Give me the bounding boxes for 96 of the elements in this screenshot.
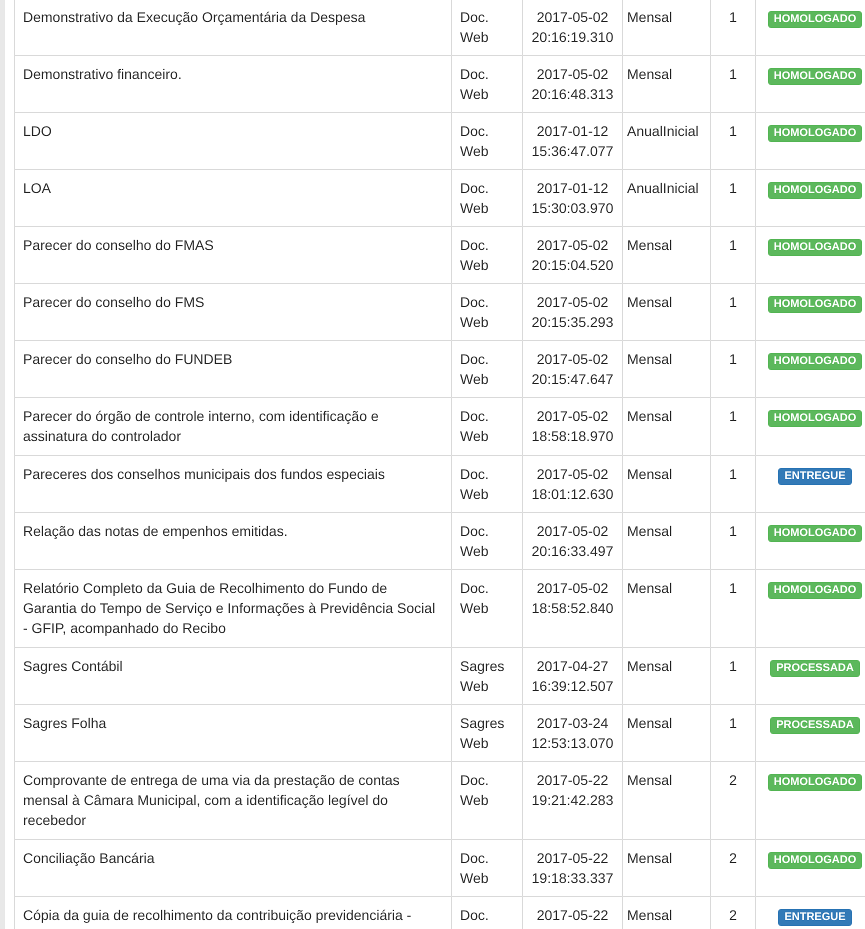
frequency: Mensal bbox=[627, 294, 672, 310]
document-type: Sagres Web bbox=[460, 715, 504, 751]
sequence-number: 2 bbox=[729, 772, 737, 788]
sequence-number: 1 bbox=[729, 123, 737, 139]
status-label: ENTREGUE bbox=[778, 468, 852, 485]
document-type: Doc. Web bbox=[460, 294, 489, 330]
document-name: Conciliação Bancária bbox=[23, 850, 155, 866]
document-name: Parecer do conselho do FMAS bbox=[23, 237, 214, 253]
status-label: HOMOLOGADO bbox=[768, 68, 862, 85]
document-type: Doc. Web bbox=[460, 772, 489, 808]
frequency: Mensal bbox=[627, 466, 672, 482]
frequency: Mensal bbox=[627, 237, 672, 253]
document-type: Doc. Web bbox=[460, 408, 489, 444]
document-name: Cópia da guia de recolhimento da contribuição previdenciária - bbox=[23, 907, 412, 923]
submission-date: 2017-05-22 19:21:42.283 bbox=[532, 772, 614, 808]
status-label: HOMOLOGADO bbox=[768, 239, 862, 256]
frequency: AnualInicial bbox=[627, 180, 699, 196]
frequency: Mensal bbox=[627, 66, 672, 82]
document-name: Relação das notas de empenhos emitidas. bbox=[23, 523, 288, 539]
status-label: HOMOLOGADO bbox=[768, 774, 862, 791]
document-type: Doc. Web bbox=[460, 850, 489, 886]
document-type: Doc. Web bbox=[460, 351, 489, 387]
frequency: Mensal bbox=[627, 715, 672, 731]
submission-date: 2017-04-27 16:39:12.507 bbox=[532, 658, 614, 694]
status-label: HOMOLOGADO bbox=[768, 525, 862, 542]
sequence-number: 2 bbox=[729, 907, 737, 923]
document-type: Doc. bbox=[460, 907, 489, 923]
document-type: Sagres Web bbox=[460, 658, 504, 694]
document-type: Doc. Web bbox=[460, 580, 489, 616]
document-name: Demonstrativo financeiro. bbox=[23, 66, 182, 82]
document-name: Relatório Completo da Guia de Recolhimento do Fundo de Garantia do Tempo de Serviço e Informações à Previdência Social - GFIP, acompanhado do Recibo bbox=[23, 580, 436, 636]
status-label: HOMOLOGADO bbox=[768, 410, 862, 427]
document-name: Parecer do conselho do FMS bbox=[23, 294, 204, 310]
document-type: Doc. Web bbox=[460, 237, 489, 273]
document-name: Sagres Contábil bbox=[23, 658, 123, 674]
frequency: Mensal bbox=[627, 658, 672, 674]
submission-date: 2017-05-22 bbox=[536, 907, 608, 923]
status-label: PROCESSADA bbox=[770, 660, 860, 677]
document-type: Doc. Web bbox=[460, 180, 489, 216]
frequency: Mensal bbox=[627, 772, 672, 788]
document-type: Doc. Web bbox=[460, 9, 489, 45]
submission-date: 2017-05-02 18:58:18.970 bbox=[532, 408, 614, 444]
document-name: LDO bbox=[23, 123, 52, 139]
frequency: AnualInicial bbox=[627, 123, 699, 139]
document-type: Doc. Web bbox=[460, 66, 489, 102]
status-label: HOMOLOGADO bbox=[768, 296, 862, 313]
frequency: Mensal bbox=[627, 9, 672, 25]
document-type: Doc. Web bbox=[460, 466, 489, 502]
submission-date: 2017-05-02 20:16:48.313 bbox=[532, 66, 614, 102]
frequency: Mensal bbox=[627, 351, 672, 367]
document-name: Sagres Folha bbox=[23, 715, 106, 731]
sequence-number: 1 bbox=[729, 66, 737, 82]
sequence-number: 1 bbox=[729, 351, 737, 367]
status-label: HOMOLOGADO bbox=[768, 11, 862, 28]
sequence-number: 1 bbox=[729, 658, 737, 674]
sequence-number: 1 bbox=[729, 580, 737, 596]
submission-date: 2017-03-24 12:53:13.070 bbox=[532, 715, 614, 751]
status-label: HOMOLOGADO bbox=[768, 353, 862, 370]
frequency: Mensal bbox=[627, 580, 672, 596]
status-label: HOMOLOGADO bbox=[768, 125, 862, 142]
submission-date: 2017-05-22 19:18:33.337 bbox=[532, 850, 614, 886]
submission-date: 2017-05-02 20:15:47.647 bbox=[532, 351, 614, 387]
document-name: Pareceres dos conselhos municipais dos fundos especiais bbox=[23, 466, 385, 482]
sequence-number: 1 bbox=[729, 715, 737, 731]
document-name: LOA bbox=[23, 180, 52, 196]
document-type: Doc. Web bbox=[460, 123, 489, 159]
sequence-number: 1 bbox=[729, 408, 737, 424]
status-label: HOMOLOGADO bbox=[768, 582, 862, 599]
frequency: Mensal bbox=[627, 907, 672, 923]
submission-date: 2017-05-02 18:01:12.630 bbox=[532, 466, 614, 502]
document-type: Doc. Web bbox=[460, 523, 489, 559]
submission-date: 2017-05-02 20:15:35.293 bbox=[532, 294, 614, 330]
submission-date: 2017-05-02 20:16:33.497 bbox=[532, 523, 614, 559]
status-label: ENTREGUE bbox=[778, 909, 852, 926]
frequency: Mensal bbox=[627, 850, 672, 866]
submission-date: 2017-01-12 15:30:03.970 bbox=[532, 180, 614, 216]
document-name: Demonstrativo da Execução Orçamentária da Despesa bbox=[23, 9, 366, 25]
document-name: Comprovante de entrega de uma via da prestação de contas mensal à Câmara Municipal, com a identificação legível do recebedor bbox=[23, 772, 400, 828]
frequency: Mensal bbox=[627, 523, 672, 539]
submission-date: 2017-01-12 15:36:47.077 bbox=[532, 123, 614, 159]
document-name: Parecer do órgão de controle interno, com identificação e assinatura do controlador bbox=[23, 408, 379, 444]
sequence-number: 1 bbox=[729, 237, 737, 253]
submission-date: 2017-05-02 20:15:04.520 bbox=[532, 237, 614, 273]
frequency: Mensal bbox=[627, 408, 672, 424]
status-label: HOMOLOGADO bbox=[768, 182, 862, 199]
submission-date: 2017-05-02 20:16:19.310 bbox=[532, 9, 614, 45]
sequence-number: 1 bbox=[729, 9, 737, 25]
sequence-number: 1 bbox=[729, 180, 737, 196]
sequence-number: 1 bbox=[729, 523, 737, 539]
status-label: HOMOLOGADO bbox=[768, 852, 862, 869]
status-label: PROCESSADA bbox=[770, 717, 860, 734]
submission-date: 2017-05-02 18:58:52.840 bbox=[532, 580, 614, 616]
sequence-number: 1 bbox=[729, 294, 737, 310]
document-name: Parecer do conselho do FUNDEB bbox=[23, 351, 232, 367]
sequence-number: 1 bbox=[729, 466, 737, 482]
sequence-number: 2 bbox=[729, 850, 737, 866]
